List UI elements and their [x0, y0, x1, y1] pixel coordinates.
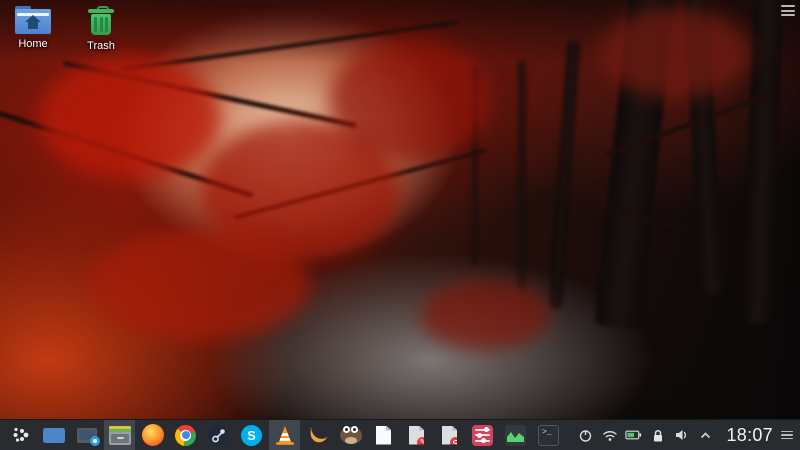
equalizer-sliders-icon: [472, 425, 493, 446]
hamburger-line: [781, 434, 793, 436]
desktop-toolbox-hamburger-icon[interactable]: [781, 5, 795, 16]
speaker-icon[interactable]: [673, 427, 690, 444]
task-mixer[interactable]: [467, 420, 498, 450]
terminal-icon: >_: [538, 425, 559, 446]
tree-trunk: [684, 0, 724, 294]
gimp-wilber-icon: [340, 427, 362, 444]
task-chrome[interactable]: [170, 420, 201, 450]
task-document-new[interactable]: [368, 420, 399, 450]
task-steam[interactable]: [203, 420, 234, 450]
tree-trunk: [549, 40, 581, 310]
red-foliage: [40, 58, 220, 178]
task-document-edit[interactable]: ✎: [401, 420, 432, 450]
tree-branch: [234, 148, 486, 219]
show-desktop-widget[interactable]: [71, 420, 102, 450]
skype-icon: S: [241, 425, 262, 446]
chevron-up-icon[interactable]: [697, 427, 714, 444]
app-launcher-button[interactable]: [5, 420, 36, 450]
tree-trunk: [472, 66, 478, 266]
document-edit-badge-icon: ✎: [409, 426, 424, 445]
desktop-screen: Home Trash: [0, 0, 800, 450]
red-foliage: [420, 280, 550, 350]
pencil-badge-icon: ✎: [420, 439, 426, 446]
red-foliage: [200, 120, 400, 260]
area-chart-icon: [505, 425, 526, 446]
task-skype[interactable]: S: [236, 420, 267, 450]
virtual-desktop-pager-icon: [43, 428, 65, 443]
task-terminal[interactable]: >_: [533, 420, 564, 450]
desktop-icon-label: Home: [18, 38, 47, 50]
tree-branch: [605, 91, 776, 157]
lock-icon[interactable]: [649, 427, 666, 444]
tree-trunk: [594, 0, 675, 329]
tree-trunk: [518, 60, 526, 290]
task-document-view[interactable]: [434, 420, 465, 450]
desktop-icon-home[interactable]: Home: [2, 6, 64, 50]
hamburger-line: [781, 10, 795, 12]
blank-document-icon: [376, 426, 391, 445]
app-launcher-dots-icon: [12, 426, 30, 444]
wifi-icon[interactable]: [601, 427, 618, 444]
task-vlc[interactable]: [269, 420, 300, 450]
firefox-icon: [142, 424, 164, 446]
chrome-icon: [175, 425, 196, 446]
power-circle-icon[interactable]: [577, 427, 594, 444]
hamburger-line: [781, 438, 793, 440]
show-desktop-icon: [77, 428, 97, 443]
banana-icon: [307, 424, 329, 446]
task-firefox[interactable]: [137, 420, 168, 450]
file-manager-cabinet-icon: [109, 426, 131, 445]
tree-branch: [63, 61, 357, 128]
hamburger-line: [781, 431, 793, 433]
task-file-manager[interactable]: [104, 420, 135, 450]
desktop-icon-label: Trash: [87, 40, 115, 52]
hamburger-line: [781, 14, 795, 16]
red-foliage: [600, 8, 750, 98]
skype-letter: S: [247, 429, 256, 442]
trash-icon: [86, 6, 116, 36]
hamburger-line: [781, 5, 795, 7]
eye-badge-icon: [453, 440, 459, 444]
steam-icon: [208, 425, 229, 446]
tree-branch: [542, 192, 689, 232]
system-tray: [577, 427, 714, 444]
vlc-cone-icon: [274, 424, 296, 446]
task-gimp[interactable]: [335, 420, 366, 450]
battery-icon[interactable]: [625, 427, 642, 444]
pager-widget[interactable]: [38, 420, 69, 450]
panel-hamburger-icon[interactable]: [781, 431, 793, 440]
digital-clock[interactable]: 18:07: [726, 425, 773, 446]
tree-branch: [0, 107, 254, 198]
document-eye-badge-icon: [442, 426, 457, 445]
desktop-icon-trash[interactable]: Trash: [70, 6, 132, 52]
taskbar-panel: S: [0, 419, 800, 450]
tree-trunk: [742, 0, 783, 324]
task-system-monitor[interactable]: [500, 420, 531, 450]
red-foliage: [330, 40, 490, 160]
tree-branch: [121, 20, 458, 71]
red-foliage: [90, 230, 310, 340]
home-folder-icon: [15, 6, 51, 34]
wallpaper-red-forest: [0, 0, 800, 450]
task-banana-app[interactable]: [302, 420, 333, 450]
